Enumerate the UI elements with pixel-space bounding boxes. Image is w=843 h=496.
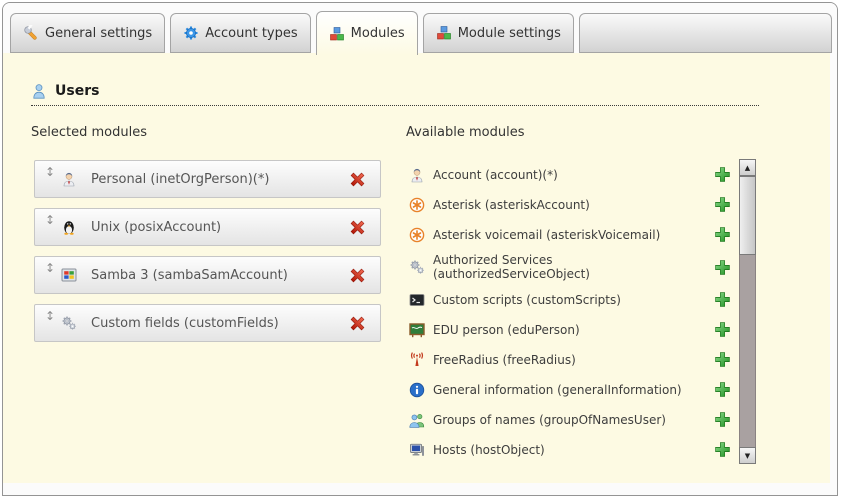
computer-icon (409, 442, 425, 458)
section-title: Users (55, 83, 99, 99)
person-icon (409, 167, 425, 183)
available-module-row: EDU person (eduPerson) (406, 318, 731, 341)
move-icon[interactable]: ↕ (45, 214, 55, 226)
module-label: Groups of names (groupOfNamesUser) (433, 413, 706, 427)
add-icon[interactable] (714, 441, 731, 458)
group-icon (409, 412, 425, 428)
module-label: EDU person (eduPerson) (433, 323, 706, 337)
person-icon (61, 171, 77, 187)
available-module-row: Custom scripts (customScripts) (406, 288, 731, 311)
user-icon (31, 83, 47, 99)
add-icon[interactable] (714, 321, 731, 338)
gear-icon (183, 25, 199, 41)
scrollbar-down-button[interactable]: ▼ (739, 447, 756, 464)
terminal-icon (409, 292, 425, 308)
module-label: Account (account)(*) (433, 168, 706, 182)
add-icon[interactable] (714, 226, 731, 243)
add-icon[interactable] (714, 166, 731, 183)
move-icon[interactable]: ↕ (45, 262, 55, 274)
available-module-row: General information (generalInformation) (406, 378, 731, 401)
scrollbar-thumb[interactable] (739, 176, 756, 255)
modules-panel: Users Selected modules Available modules… (3, 53, 830, 483)
module-label: Personal (inetOrgPerson)(*) (91, 172, 269, 187)
chalkboard-icon (409, 322, 425, 338)
gears-icon (61, 315, 77, 331)
windows-icon (61, 267, 77, 283)
add-icon[interactable] (714, 411, 731, 428)
available-module-row: Account (account)(*) (406, 163, 731, 186)
module-label: FreeRadius (freeRadius) (433, 353, 706, 367)
module-label: Unix (posixAccount) (91, 220, 221, 235)
wrench-icon (23, 25, 39, 41)
available-module-row: Groups of names (groupOfNamesUser) (406, 408, 731, 431)
available-module-row: FreeRadius (freeRadius) (406, 348, 731, 371)
available-module-row: Asterisk voicemail (asteriskVoicemail) (406, 223, 731, 246)
available-module-row: Hosts (hostObject) (406, 438, 731, 461)
add-icon[interactable] (714, 196, 731, 213)
add-icon[interactable] (714, 291, 731, 308)
selected-modules-list: ↕ Personal (inetOrgPerson)(*) (34, 160, 381, 352)
delete-icon[interactable] (349, 267, 366, 284)
tab-account-types[interactable]: Account types (170, 13, 310, 53)
asterisk-icon (409, 227, 425, 243)
scrollbar-track[interactable] (739, 176, 756, 447)
info-icon (409, 382, 425, 398)
available-module-row: Authorized Services (authorizedServiceOb… (406, 253, 731, 281)
available-module-row: Asterisk (asteriskAccount) (406, 193, 731, 216)
move-icon[interactable]: ↕ (45, 166, 55, 178)
tab-label: Account types (205, 26, 297, 41)
tab-bar-filler (579, 13, 832, 53)
available-modules-label: Available modules (406, 125, 524, 140)
tux-icon (61, 219, 77, 235)
tab-bar: General settings Account types Modules (3, 3, 837, 53)
scroll-down-icon: ▼ (745, 452, 750, 460)
module-label: Hosts (hostObject) (433, 443, 706, 457)
delete-icon[interactable] (349, 219, 366, 236)
move-icon[interactable]: ↕ (45, 310, 55, 322)
antenna-icon (409, 352, 425, 368)
blocks-icon (329, 26, 345, 42)
tab-general-settings[interactable]: General settings (10, 13, 165, 53)
selected-module-row[interactable]: ↕ Custom fields (customFields) (34, 304, 381, 342)
tab-label: General settings (45, 26, 152, 41)
available-modules-list: Account (account)(*) Asterisk (asteriskA… (406, 163, 731, 468)
scrollbar[interactable]: ▲ ▼ (739, 159, 756, 464)
delete-icon[interactable] (349, 315, 366, 332)
module-label: Asterisk (asteriskAccount) (433, 198, 706, 212)
add-icon[interactable] (714, 381, 731, 398)
selected-modules-label: Selected modules (31, 125, 147, 140)
selected-module-row[interactable]: ↕ Personal (inetOrgPerson)(*) (34, 160, 381, 198)
module-label: Custom scripts (customScripts) (433, 293, 706, 307)
scroll-up-icon: ▲ (745, 164, 750, 172)
selected-module-row[interactable]: ↕ Unix (posixAccount) (34, 208, 381, 246)
module-label: Asterisk voicemail (asteriskVoicemail) (433, 228, 706, 242)
tab-label: Module settings (458, 26, 561, 41)
tab-module-settings[interactable]: Module settings (423, 13, 574, 53)
module-label: General information (generalInformation) (433, 383, 706, 397)
selected-module-row[interactable]: ↕ Samba 3 (sambaSamAccount) (34, 256, 381, 294)
gears-icon (409, 259, 425, 275)
add-icon[interactable] (714, 259, 731, 276)
delete-icon[interactable] (349, 171, 366, 188)
section-header-users: Users (31, 83, 759, 106)
blocks-icon (436, 25, 452, 41)
module-label: Samba 3 (sambaSamAccount) (91, 268, 288, 283)
module-label: Authorized Services (authorizedServiceOb… (433, 253, 706, 281)
module-label: Custom fields (customFields) (91, 316, 279, 331)
asterisk-icon (409, 197, 425, 213)
config-window: General settings Account types Modules (2, 2, 838, 496)
add-icon[interactable] (714, 351, 731, 368)
tab-label: Modules (351, 26, 405, 41)
tab-modules[interactable]: Modules (316, 11, 418, 55)
scrollbar-up-button[interactable]: ▲ (739, 159, 756, 176)
